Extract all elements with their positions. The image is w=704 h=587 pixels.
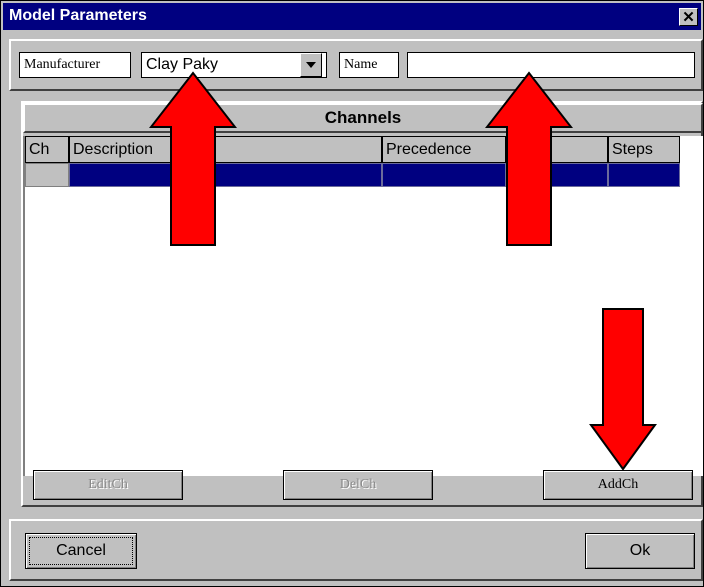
window-title: Model Parameters: [9, 7, 147, 24]
name-label: Name: [339, 52, 399, 78]
selected-steps-cell[interactable]: [608, 163, 680, 187]
manufacturer-label: Manufacturer: [19, 52, 131, 78]
column-header-ch[interactable]: Ch: [25, 136, 69, 163]
dialog-actions-panel: Cancel Ok: [9, 519, 703, 581]
cancel-button[interactable]: Cancel: [25, 533, 137, 569]
add-channel-label: AddCh: [597, 477, 639, 492]
arrow-up-manufacturer: [149, 71, 237, 246]
arrow-up-name: [485, 71, 573, 246]
close-icon: ✕: [682, 8, 695, 26]
close-button[interactable]: ✕: [679, 8, 698, 26]
edit-channel-button[interactable]: EditCh: [33, 470, 183, 500]
model-parameters-dialog: Model Parameters ✕ Manufacturer Clay Pak…: [0, 0, 704, 587]
channels-header: Channels: [23, 103, 703, 133]
arrow-down-addch: [589, 308, 657, 471]
delete-channel-button[interactable]: DelCh: [283, 470, 433, 500]
title-bar: Model Parameters ✕: [3, 3, 701, 30]
model-info-panel: Manufacturer Clay Paky Name: [9, 39, 703, 91]
delete-channel-label: DelCh: [339, 477, 377, 492]
cancel-label: Cancel: [56, 542, 106, 559]
row-selector-cell[interactable]: [25, 163, 69, 187]
ok-label: Ok: [629, 542, 651, 559]
edit-channel-label: EditCh: [88, 477, 128, 492]
ok-button[interactable]: Ok: [585, 533, 695, 569]
add-channel-button[interactable]: AddCh: [543, 470, 693, 500]
chevron-down-icon: [306, 62, 316, 68]
manufacturer-dropdown-button[interactable]: [300, 53, 322, 77]
column-header-steps[interactable]: Steps: [608, 136, 680, 163]
